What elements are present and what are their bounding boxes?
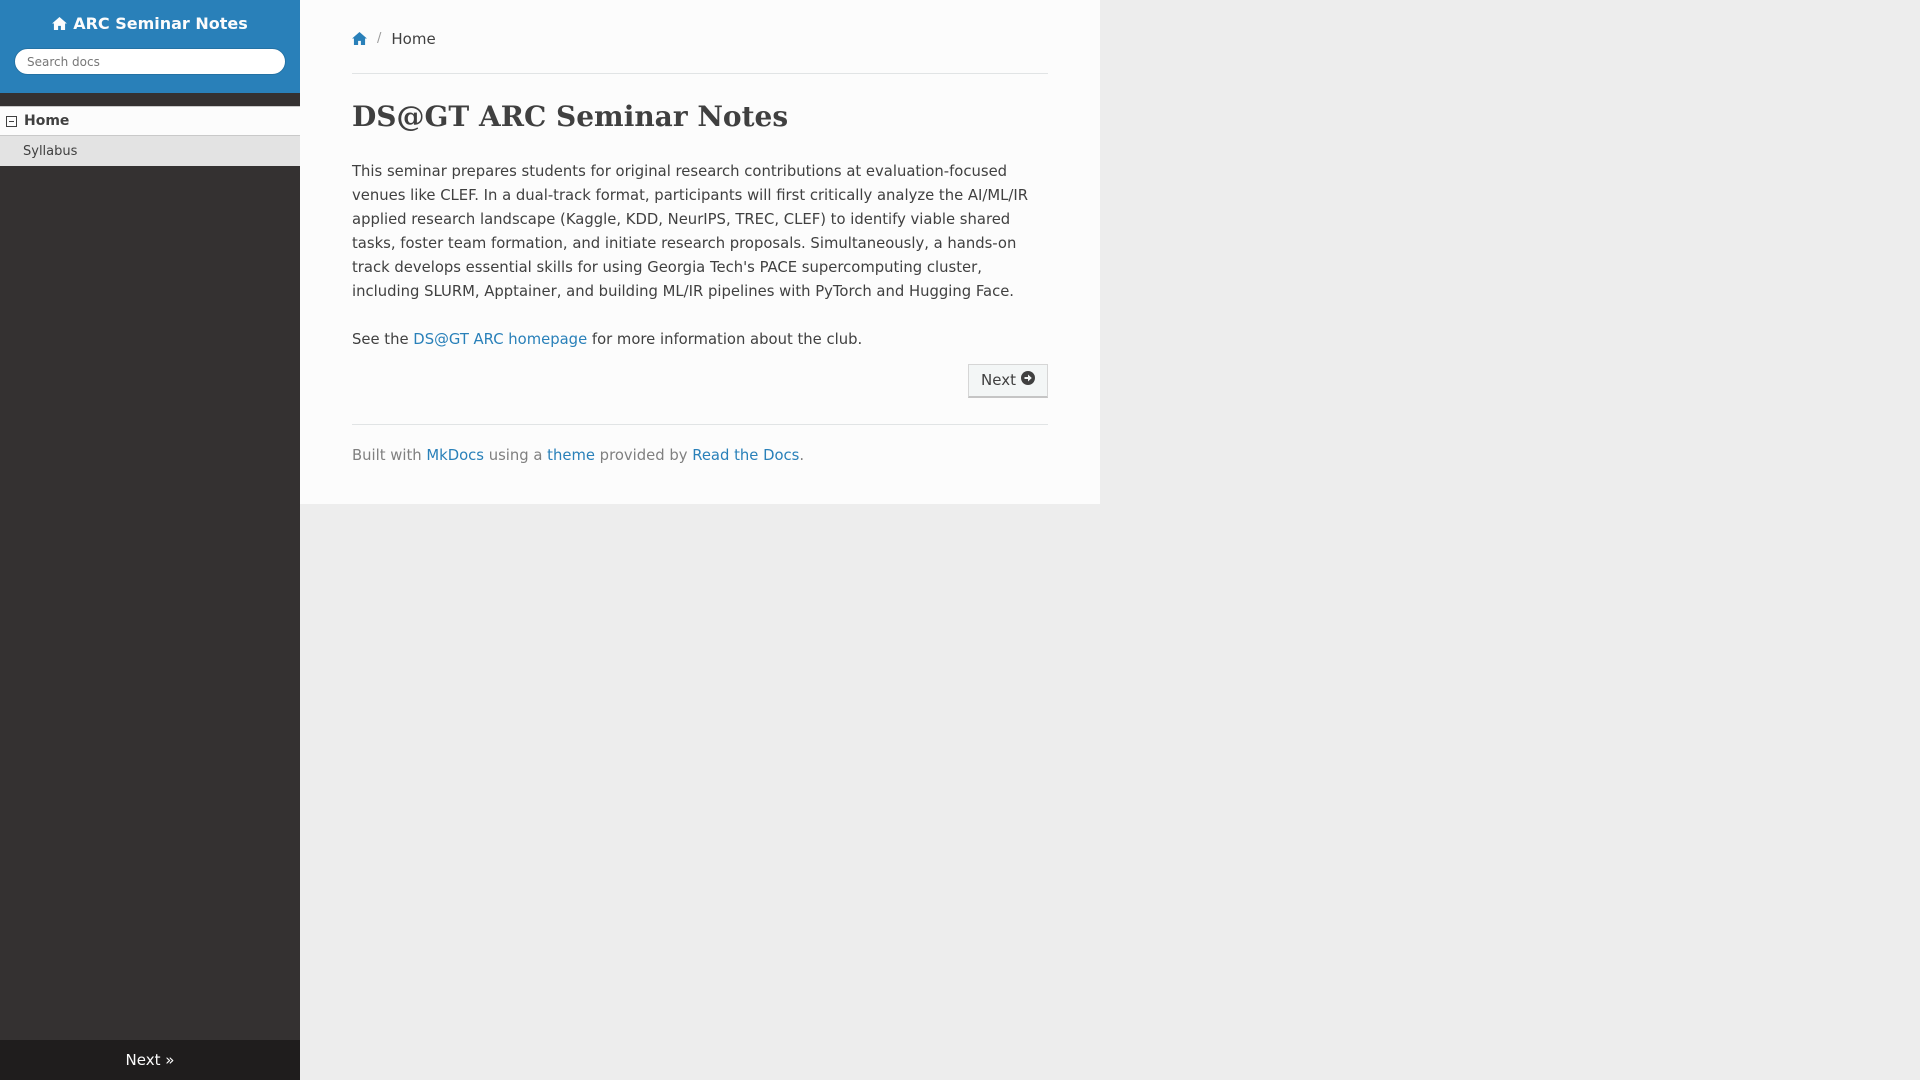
nav-spacer: [0, 93, 300, 106]
sidebar: ARC Seminar Notes Home Syllabus Next »: [0, 0, 300, 1080]
intro-paragraph: This seminar prepares students for origi…: [352, 162, 1029, 300]
footer-text: .: [799, 446, 805, 464]
paragraph-text: See the: [352, 330, 414, 348]
content-area: / Home DS@GT ARC Seminar Notes This semi…: [300, 0, 1100, 504]
sidebar-header: ARC Seminar Notes: [0, 0, 300, 93]
sidebar-item-syllabus[interactable]: Syllabus: [0, 136, 300, 166]
mkdocs-link[interactable]: MkDocs: [426, 447, 484, 464]
breadcrumb-home-icon[interactable]: [352, 32, 367, 45]
homepage-link[interactable]: DS@GT ARC homepage: [413, 331, 587, 348]
page-title: DS@GT ARC Seminar Notes: [352, 100, 789, 133]
sidebar-next-label: Next »: [125, 1051, 175, 1069]
project-title: ARC Seminar Notes: [73, 14, 248, 33]
next-button-label: Next: [981, 371, 1016, 390]
breadcrumb: / Home: [352, 0, 1048, 74]
sidebar-item-label: Home: [24, 113, 70, 129]
home-icon: [52, 17, 68, 30]
breadcrumb-current: Home: [391, 29, 436, 48]
footer-text: using a: [484, 446, 548, 464]
paragraph-text: for more information about the club.: [587, 330, 863, 348]
sidebar-item-label: Syllabus: [23, 143, 78, 159]
homepage-paragraph: See the DS@GT ARC homepage for more info…: [352, 328, 1048, 352]
next-button[interactable]: Next: [968, 363, 1048, 398]
collapse-minus-icon[interactable]: [6, 115, 17, 127]
sidebar-item-home[interactable]: Home: [0, 106, 300, 136]
arrow-circle-right-icon: [1021, 371, 1035, 389]
footer-text: Built with: [352, 446, 427, 464]
pagination-row: Next: [352, 363, 1048, 424]
search-input[interactable]: [14, 48, 286, 75]
project-title-link[interactable]: ARC Seminar Notes: [52, 14, 248, 33]
breadcrumb-separator: /: [377, 31, 382, 46]
theme-link[interactable]: theme: [547, 447, 595, 464]
footer-text: provided by: [594, 446, 693, 464]
read-the-docs-link[interactable]: Read the Docs: [692, 447, 799, 464]
sidebar-next-link[interactable]: Next »: [0, 1040, 300, 1080]
page-footer: Built with MkDocs using a theme provided…: [352, 423, 1048, 464]
document-body: / Home DS@GT ARC Seminar Notes This semi…: [352, 0, 1048, 464]
